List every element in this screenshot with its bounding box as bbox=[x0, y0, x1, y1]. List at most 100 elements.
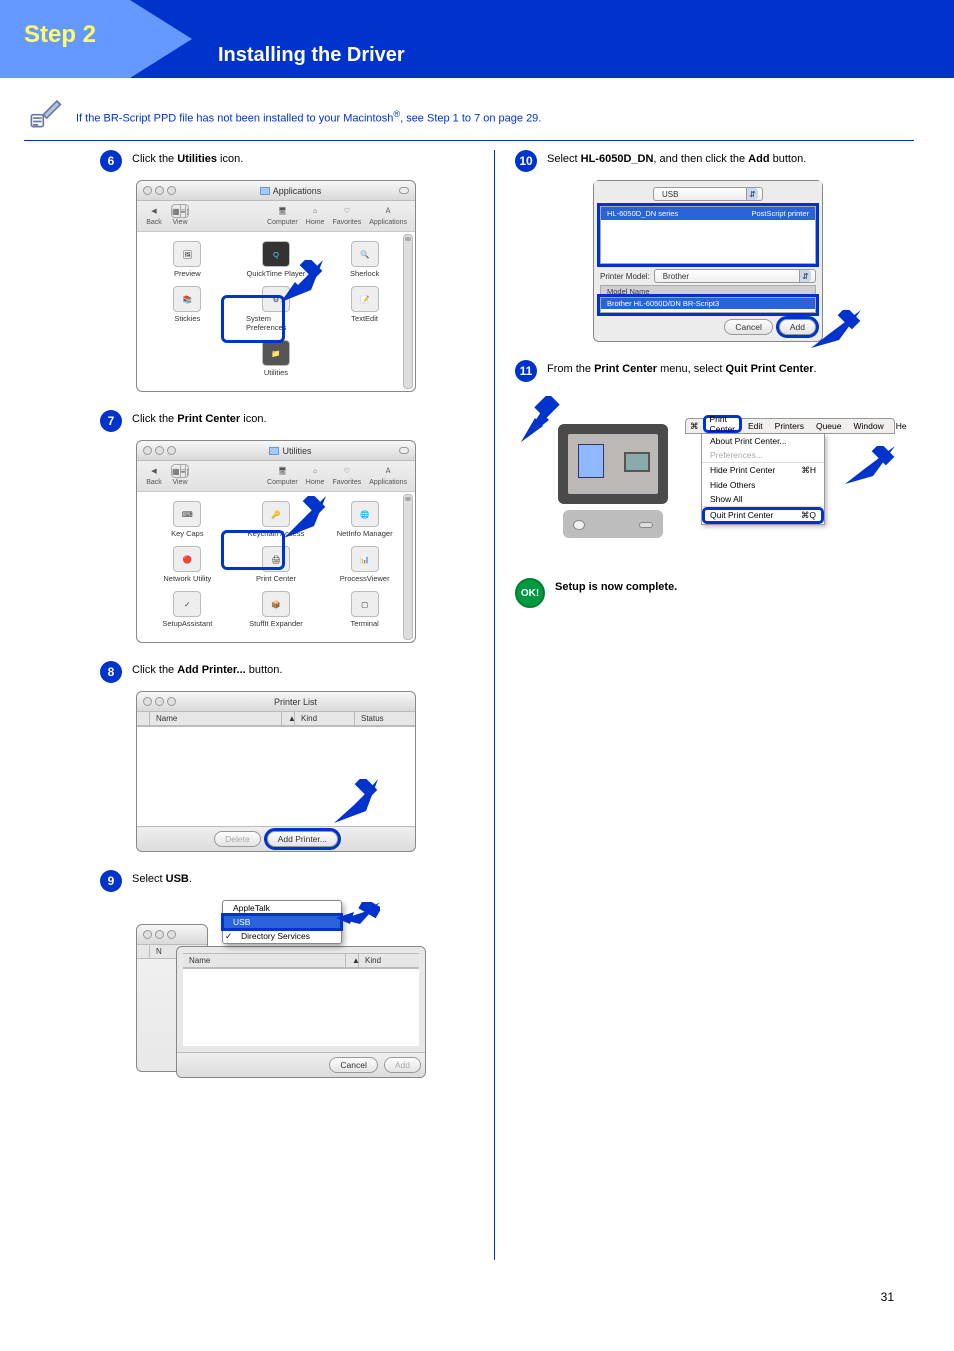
sysprefs-icon: ⚙ bbox=[262, 286, 290, 312]
figure-9: N Name ▲ Kind Cancel Add AppleTalk USB ✓… bbox=[136, 900, 436, 1100]
ok-badge: OK! bbox=[515, 578, 545, 608]
scrollbar bbox=[403, 494, 413, 640]
menu-help[interactable]: He bbox=[890, 421, 913, 431]
cancel-button[interactable]: Cancel bbox=[329, 1057, 377, 1073]
col-name: Name bbox=[183, 954, 346, 967]
step-9-badge: 9 bbox=[100, 870, 122, 892]
col-name: Name bbox=[150, 712, 282, 725]
home-icon: ⌂ bbox=[306, 204, 324, 218]
list-printer-kind: PostScript printer bbox=[751, 209, 809, 218]
terminal-icon: ▢ bbox=[351, 591, 379, 617]
dd-usb[interactable]: USB bbox=[223, 915, 341, 929]
fig8-footer: Delete Add Printer... bbox=[137, 826, 415, 851]
dd-directory[interactable]: ✓Directory Services bbox=[223, 929, 341, 943]
default-printer-icon bbox=[578, 444, 604, 478]
minimize-icon bbox=[155, 930, 164, 939]
step-7: 7 Click the Print Center icon. bbox=[100, 410, 490, 432]
printer-model-label: Printer Model: bbox=[600, 272, 650, 281]
figure-6: Applications ◀Back ▦≡▥View 🖥Computer ⌂Ho… bbox=[136, 180, 416, 392]
step-10-badge: 10 bbox=[515, 150, 537, 172]
minimize-icon bbox=[155, 446, 164, 455]
toolbar-toggle-icon bbox=[399, 187, 409, 194]
view-seg-icon: ▦≡▥ bbox=[171, 204, 189, 218]
close-icon bbox=[143, 697, 152, 706]
fig6-window: Applications ◀Back ▦≡▥View 🖥Computer ⌂Ho… bbox=[136, 180, 416, 392]
complete-text: Setup is now complete. bbox=[555, 578, 905, 595]
cancel-button[interactable]: Cancel bbox=[724, 319, 772, 335]
toolbar-toggle-icon bbox=[399, 447, 409, 454]
column-divider bbox=[494, 150, 495, 1260]
folder-icon bbox=[260, 187, 270, 195]
delete-button[interactable]: Delete bbox=[214, 831, 261, 847]
stuffit-icon: 📦 bbox=[262, 591, 290, 617]
printer-model-combo[interactable]: Brother ⇵ bbox=[654, 269, 816, 283]
folder-icon bbox=[269, 447, 279, 455]
model-selected: Brother HL-6050D/DN BR-Script3 bbox=[601, 298, 815, 309]
netutility-icon: 🔴 bbox=[173, 546, 201, 572]
sherlock-icon: 🔍 bbox=[351, 241, 379, 267]
close-icon bbox=[143, 186, 152, 195]
zoom-icon bbox=[167, 186, 176, 195]
favorites-icon: ♡ bbox=[338, 204, 356, 218]
fig8-columns: Name ▲ Kind Status bbox=[137, 712, 415, 726]
menu-dropdown[interactable]: About Print Center... Preferences... Hid… bbox=[701, 434, 825, 525]
menu-edit[interactable]: Edit bbox=[742, 421, 769, 431]
step-6-text: Click the Utilities icon. bbox=[132, 150, 490, 167]
zoom-icon bbox=[167, 697, 176, 706]
fig9-dropdown[interactable]: AppleTalk USB ✓Directory Services bbox=[222, 900, 342, 944]
add-printer-button[interactable]: Add Printer... bbox=[267, 831, 338, 847]
fig8-listbody bbox=[137, 726, 415, 826]
menu-queue[interactable]: Queue bbox=[810, 421, 848, 431]
chevron-updown-icon: ⇵ bbox=[799, 270, 811, 282]
menu-item-showall[interactable]: Show All bbox=[702, 492, 824, 506]
keycaps-icon: ⌨ bbox=[173, 501, 201, 527]
menu-printcenter[interactable]: Print Center bbox=[703, 415, 743, 433]
fig6-titlebar: Applications bbox=[137, 181, 415, 201]
monitor-illustration bbox=[549, 424, 677, 542]
menu-item-hide[interactable]: Hide Print Center⌘H bbox=[702, 463, 824, 478]
add-button[interactable]: Add bbox=[384, 1057, 421, 1073]
menu-item-quit[interactable]: Quit Print Center⌘Q bbox=[702, 507, 824, 524]
printcenter-icon: 🖨 bbox=[262, 546, 290, 572]
step-8-text: Click the Add Printer... button. bbox=[132, 661, 490, 678]
netinfo-icon: 🌐 bbox=[351, 501, 379, 527]
quicktime-icon: Q bbox=[262, 241, 290, 267]
step-6: 6 Click the Utilities icon. bbox=[100, 150, 490, 172]
menu-item-hideothers[interactable]: Hide Others bbox=[702, 478, 824, 492]
step-10-text: Select HL-6050D_DN, and then click the A… bbox=[547, 150, 905, 167]
utilities-icon: 📁 bbox=[262, 340, 290, 366]
model-list[interactable]: Brother HL-6050D/DN BR-Script3 bbox=[600, 297, 816, 313]
add-button[interactable]: Add bbox=[779, 319, 816, 335]
menu-item-prefs: Preferences... bbox=[702, 448, 824, 462]
chevron-updown-icon: ⇵ bbox=[746, 188, 758, 200]
menu-window[interactable]: Window bbox=[848, 421, 890, 431]
close-icon bbox=[143, 930, 152, 939]
step-9-text: Select USB. bbox=[132, 870, 490, 887]
menu-item-about[interactable]: About Print Center... bbox=[702, 434, 824, 448]
step-8: 8 Click the Add Printer... button. bbox=[100, 661, 490, 683]
applications-icon: Ａ bbox=[379, 204, 397, 218]
header-chevron bbox=[130, 0, 192, 78]
arrow-9 bbox=[336, 902, 380, 932]
note-pen-icon bbox=[28, 96, 62, 130]
step-7-badge: 7 bbox=[100, 410, 122, 432]
menubar-fragment: ⌘ Print Center Edit Printers Queue Windo… bbox=[685, 418, 895, 434]
printer-list[interactable]: HL-6050D_DN series PostScript printer bbox=[600, 206, 816, 264]
header-line2: Installing the Driver bbox=[218, 44, 405, 67]
figure-10: USB ⇵ HL-6050D_DN series PostScript prin… bbox=[593, 180, 823, 342]
left-column: 6 Click the Utilities icon. Applications… bbox=[100, 150, 490, 1118]
connection-combo[interactable]: USB ⇵ bbox=[653, 187, 763, 201]
step-11-text: From the Print Center menu, select Quit … bbox=[547, 360, 905, 377]
processviewer-icon: 📊 bbox=[351, 546, 379, 572]
step-7-text: Click the Print Center icon. bbox=[132, 410, 490, 427]
top-note: If the BR-Script PPD file has not been i… bbox=[76, 108, 914, 127]
close-icon bbox=[143, 446, 152, 455]
preview-icon: 🖼 bbox=[173, 241, 201, 267]
col-status: Status bbox=[355, 712, 415, 725]
horizontal-rule bbox=[24, 140, 914, 141]
col-kind: Kind bbox=[359, 954, 419, 967]
step-8-badge: 8 bbox=[100, 661, 122, 683]
dd-appletalk[interactable]: AppleTalk bbox=[223, 901, 341, 915]
step-10: 10 Select HL-6050D_DN, and then click th… bbox=[515, 150, 905, 172]
menu-printers[interactable]: Printers bbox=[769, 421, 810, 431]
